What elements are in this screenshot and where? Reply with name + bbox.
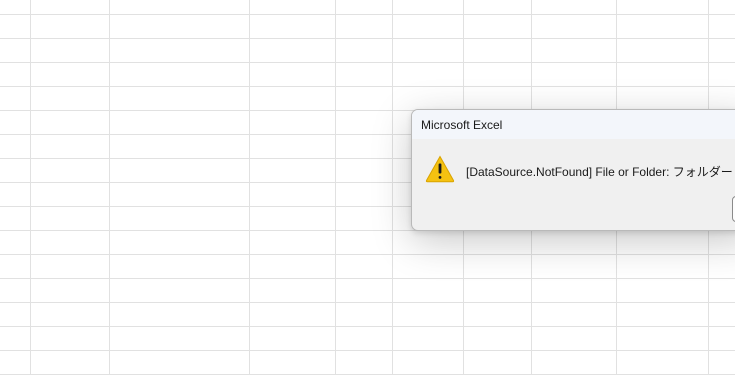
row-gridline bbox=[0, 14, 735, 15]
row-gridline bbox=[0, 86, 735, 87]
dialog-titlebar[interactable]: Microsoft Excel bbox=[412, 110, 735, 139]
column-gridline bbox=[109, 0, 110, 375]
column-gridline bbox=[249, 0, 250, 375]
error-dialog: Microsoft Excel [DataSource.NotFound] Fi… bbox=[411, 109, 735, 231]
row-gridline bbox=[0, 38, 735, 39]
dialog-title: Microsoft Excel bbox=[421, 118, 503, 132]
dialog-message: [DataSource.NotFound] File or Folder: フォ… bbox=[466, 165, 733, 179]
row-gridline bbox=[0, 62, 735, 63]
column-gridline bbox=[335, 0, 336, 375]
column-gridline bbox=[30, 0, 31, 375]
warning-icon bbox=[425, 155, 455, 183]
column-gridline bbox=[392, 0, 393, 375]
row-gridline bbox=[0, 278, 735, 279]
row-gridline bbox=[0, 326, 735, 327]
row-gridline bbox=[0, 254, 735, 255]
row-gridline bbox=[0, 350, 735, 351]
row-gridline bbox=[0, 302, 735, 303]
